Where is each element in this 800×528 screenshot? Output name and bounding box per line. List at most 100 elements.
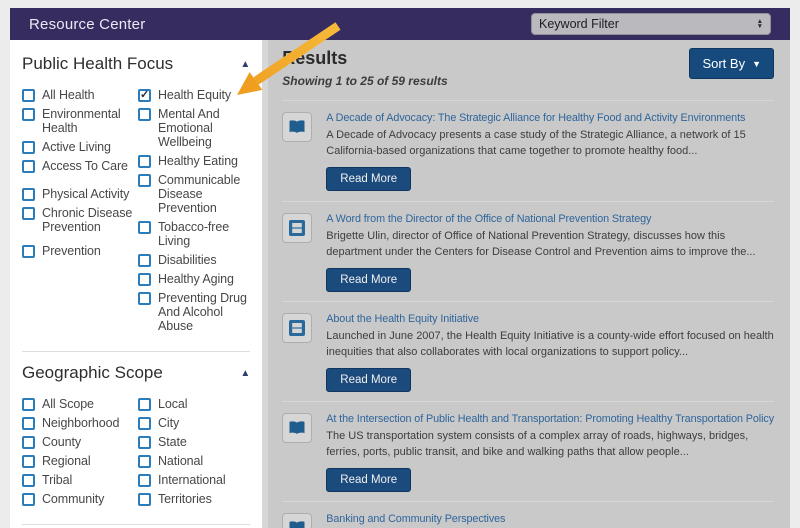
checkbox[interactable]: [138, 273, 151, 286]
checkbox[interactable]: [138, 174, 151, 187]
results-header: Results Showing 1 to 25 of 59 results So…: [282, 46, 774, 101]
checkbox[interactable]: [138, 155, 151, 168]
checkbox[interactable]: [138, 417, 151, 430]
checkbox[interactable]: [138, 108, 151, 121]
checkbox[interactable]: [138, 292, 151, 305]
checkbox-label: Access To Care: [42, 159, 128, 173]
result-title-link[interactable]: A Word from the Director of the Office o…: [326, 213, 774, 225]
cb-health-equity[interactable]: Health Equity: [138, 88, 252, 102]
cb-international[interactable]: International: [138, 473, 252, 487]
checkbox-label: City: [158, 416, 180, 430]
result-title-link[interactable]: Banking and Community Perspectives: [326, 513, 774, 525]
cb-chronic-disease-prevention[interactable]: Chronic Disease Prevention: [22, 206, 138, 234]
book-icon: [282, 513, 313, 528]
checkbox[interactable]: [22, 398, 35, 411]
filter-sidebar: Public Health Focus ▲ All Health Environ…: [10, 40, 263, 528]
checkbox[interactable]: [22, 188, 35, 201]
read-more-button[interactable]: Read More: [326, 368, 412, 392]
result-title-link[interactable]: About the Health Equity Initiative: [326, 313, 774, 325]
cb-physical-activity[interactable]: Physical Activity: [22, 187, 138, 201]
checkbox[interactable]: [22, 455, 35, 468]
checkbox-label: Preventing Drug And Alcohol Abuse: [158, 291, 247, 333]
read-more-button[interactable]: Read More: [326, 167, 412, 191]
result-title-link[interactable]: At the Intersection of Public Health and…: [326, 413, 774, 425]
checkbox[interactable]: [138, 493, 151, 506]
checkbox-checked[interactable]: [138, 88, 151, 102]
cb-healthy-aging[interactable]: Healthy Aging: [138, 272, 252, 286]
checkbox[interactable]: [138, 455, 151, 468]
checkbox-label: Communicable Disease Prevention: [158, 173, 241, 215]
section-divider: [22, 351, 251, 352]
checkbox[interactable]: [22, 141, 35, 154]
cb-active-living[interactable]: Active Living: [22, 140, 138, 154]
cb-preventing-drug-and-alcohol-abuse[interactable]: Preventing Drug And Alcohol Abuse: [138, 291, 252, 333]
read-more-button[interactable]: Read More: [326, 468, 412, 492]
sort-by-button[interactable]: Sort By ▼: [689, 48, 774, 79]
section-title: Geographic Scope: [22, 363, 163, 382]
cb-access-to-care[interactable]: Access To Care: [22, 159, 138, 173]
cb-neighborhood[interactable]: Neighborhood: [22, 416, 138, 430]
cb-all-health[interactable]: All Health: [22, 88, 138, 102]
keyword-filter-select[interactable]: Keyword Filter ▲ ▼: [531, 13, 771, 35]
book-icon: [282, 112, 313, 142]
checkbox[interactable]: [22, 436, 35, 449]
checkbox[interactable]: [22, 493, 35, 506]
cb-all-scope[interactable]: All Scope: [22, 397, 138, 411]
cb-mental-and-emotional-wellbeing[interactable]: Mental And Emotional Wellbeing: [138, 107, 252, 149]
checkbox-label: Local: [158, 397, 188, 411]
cb-state[interactable]: State: [138, 435, 252, 449]
cb-community[interactable]: Community: [22, 492, 138, 506]
checkbox-label: Healthy Eating: [158, 154, 238, 168]
collapse-caret-icon[interactable]: ▲: [240, 59, 250, 70]
result-title-link[interactable]: A Decade of Advocacy: The Strategic Alli…: [326, 112, 774, 124]
cb-tobacco-free-living[interactable]: Tobacco-free Living: [138, 220, 252, 248]
checkbox-label: Tobacco-free Living: [158, 220, 230, 248]
caret-down-icon: ▼: [752, 58, 761, 69]
checkbox-label: All Scope: [42, 397, 94, 411]
checkbox-label: Health Equity: [158, 88, 232, 102]
checkbox[interactable]: [138, 254, 151, 267]
cb-communicable-disease-prevention[interactable]: Communicable Disease Prevention: [138, 173, 252, 215]
checkbox-label: All Health: [42, 88, 95, 102]
checkbox[interactable]: [22, 474, 35, 487]
checkbox[interactable]: [22, 160, 35, 173]
checkbox[interactable]: [22, 89, 35, 102]
result-item: At the Intersection of Public Health and…: [282, 401, 774, 501]
page-title: Resource Center: [29, 15, 146, 33]
result-item: A Decade of Advocacy: The Strategic Alli…: [282, 101, 774, 201]
checkbox[interactable]: [22, 245, 35, 258]
results-summary: Showing 1 to 25 of 59 results: [282, 74, 448, 88]
results-pane: Results Showing 1 to 25 of 59 results So…: [262, 40, 790, 528]
checkbox-label: Chronic Disease Prevention: [42, 206, 133, 234]
checkbox[interactable]: [138, 398, 151, 411]
cb-healthy-eating[interactable]: Healthy Eating: [138, 154, 252, 168]
read-more-button[interactable]: Read More: [326, 268, 412, 292]
cb-national[interactable]: National: [138, 454, 252, 468]
checkbox-label: County: [42, 435, 82, 449]
app-header: Resource Center Keyword Filter ▲ ▼: [10, 8, 790, 40]
cb-disabilities[interactable]: Disabilities: [138, 253, 252, 267]
checkbox[interactable]: [138, 221, 151, 234]
checkbox[interactable]: [138, 474, 151, 487]
checkbox-label: Community: [42, 492, 105, 506]
checkbox-label: Healthy Aging: [158, 272, 234, 286]
cb-local[interactable]: Local: [138, 397, 252, 411]
checkbox-label: Physical Activity: [42, 187, 130, 201]
result-description: Brigette Ulin, director of Office of Nat…: [326, 230, 756, 258]
checkbox[interactable]: [138, 436, 151, 449]
collapse-caret-icon[interactable]: ▲: [240, 368, 250, 379]
sort-by-label: Sort By: [702, 56, 746, 71]
checkbox[interactable]: [22, 417, 35, 430]
checkbox-label: Environmental Health: [42, 107, 121, 135]
cb-territories[interactable]: Territories: [138, 492, 252, 506]
cb-tribal[interactable]: Tribal: [22, 473, 138, 487]
checkbox-label: Territories: [158, 492, 212, 506]
cb-county[interactable]: County: [22, 435, 138, 449]
cb-environmental-health[interactable]: Environmental Health: [22, 107, 138, 135]
checkbox[interactable]: [22, 108, 35, 121]
cb-regional[interactable]: Regional: [22, 454, 138, 468]
results-title: Results: [282, 48, 348, 68]
cb-prevention[interactable]: Prevention: [22, 244, 138, 258]
cb-city[interactable]: City: [138, 416, 252, 430]
checkbox[interactable]: [22, 207, 35, 220]
